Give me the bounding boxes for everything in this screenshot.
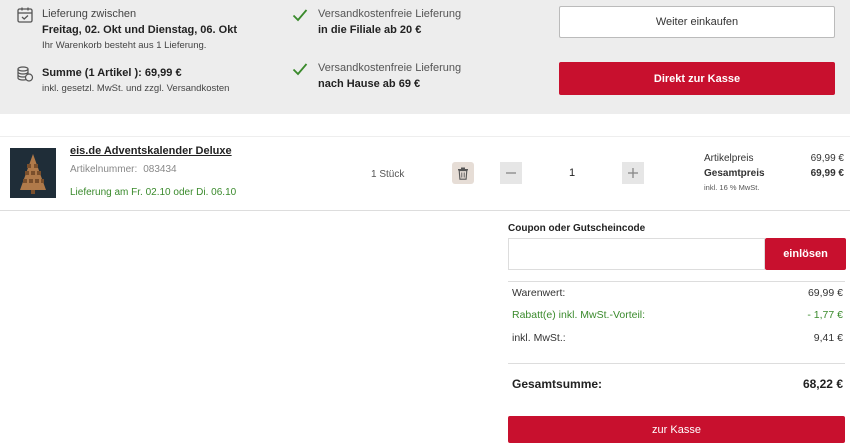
goods-value: 69,99 € [807, 287, 843, 299]
remove-item-button[interactable] [452, 162, 474, 184]
trash-icon [458, 167, 468, 180]
vat-label: inkl. MwSt.: [512, 332, 566, 344]
vat-value: 9,41 € [813, 332, 843, 344]
continue-shopping-button[interactable]: Weiter einkaufen [559, 6, 835, 38]
increase-quantity-button[interactable] [622, 162, 644, 184]
product-image[interactable] [10, 148, 56, 198]
quantity-input[interactable]: 1 [522, 162, 622, 184]
shipping-info-home: Versandkostenfreie Lieferung nach Hause … [318, 60, 461, 92]
coupon-label: Coupon oder Gutscheincode [508, 223, 646, 234]
summary-divider [508, 363, 845, 364]
checkmark-icon [292, 63, 308, 76]
coins-icon [17, 66, 34, 82]
shipping-home-line1: Versandkostenfreie Lieferung [318, 62, 462, 74]
total-price-value: 69,99 € [810, 168, 844, 179]
delivery-info: Lieferung zwischen Freitag, 02. Okt und … [16, 6, 237, 53]
summary-goods-row: Warenwert: 69,99 € [512, 287, 843, 299]
total-value: 68,22 € [802, 377, 843, 391]
unit-price-label: Artikelpreis [704, 153, 754, 164]
unit-price-value: 69,99 € [810, 153, 844, 164]
discount-label: Rabatt(e) inkl. MwSt.-Vorteil: [512, 309, 646, 321]
shipping-store-line2: in die Filiale ab 20 € [318, 24, 422, 36]
delivery-count: Ihr Warenkorb besteht aus 1 Lieferung. [42, 40, 207, 51]
order-summary: Warenwert: 69,99 € Rabatt(e) inkl. MwSt.… [508, 281, 845, 399]
shipping-store-line1: Versandkostenfreie Lieferung [318, 8, 462, 20]
total-label: Gesamtsumme: [512, 377, 603, 391]
quantity-stepper: 1 [500, 162, 644, 184]
checkout-button[interactable]: zur Kasse [508, 416, 845, 443]
summary-vat-row: inkl. MwSt.: 9,41 € [512, 332, 843, 344]
article-number-label: Artikelnummer: [70, 164, 138, 175]
shipping-home-line2: nach Hause ab 69 € [318, 78, 421, 90]
article-number-value: 083434 [143, 164, 177, 175]
sum-total-text: Summe (1 Artikel ): 69,99 € [42, 67, 182, 79]
summary-discount-row: Rabatt(e) inkl. MwSt.-Vorteil: - 1,77 € [512, 309, 843, 321]
advent-calendar-image [10, 148, 56, 198]
goods-label: Warenwert: [512, 287, 566, 299]
checkmark-icon [292, 9, 308, 22]
quantity-label: 1 Stück [371, 169, 405, 180]
discount-value: - 1,77 € [807, 309, 843, 321]
article-number: Artikelnummer: 083434 [70, 164, 177, 175]
shipping-info-store: Versandkostenfreie Lieferung in die Fili… [318, 6, 461, 38]
sum-info: Summe (1 Artikel ): 69,99 € inkl. gesetz… [16, 65, 229, 96]
delivery-dates: Freitag, 02. Okt und Dienstag, 06. Okt [42, 24, 237, 36]
item-delivery-date: Lieferung am Fr. 02.10 oder Di. 06.10 [70, 187, 237, 198]
direct-checkout-button[interactable]: Direkt zur Kasse [559, 62, 835, 95]
calendar-check-icon [17, 7, 33, 23]
delivery-heading: Lieferung zwischen [42, 8, 137, 20]
cart-item-row: eis.de Adventskalender Deluxe Artikelnum… [0, 136, 850, 211]
plus-icon [628, 168, 638, 178]
total-price-label: Gesamtpreis [704, 168, 765, 179]
sum-tax-note: inkl. gesetzl. MwSt. und zzgl. Versandko… [42, 83, 230, 94]
decrease-quantity-button[interactable] [500, 162, 522, 184]
minus-icon [506, 172, 516, 174]
product-title-link[interactable]: eis.de Adventskalender Deluxe [70, 145, 232, 157]
redeem-coupon-button[interactable]: einlösen [765, 238, 846, 270]
summary-total-row: Gesamtsumme: 68,22 € [512, 377, 843, 391]
coupon-input[interactable] [508, 238, 765, 270]
item-tax-note: inkl. 16 % MwSt. [704, 183, 760, 192]
